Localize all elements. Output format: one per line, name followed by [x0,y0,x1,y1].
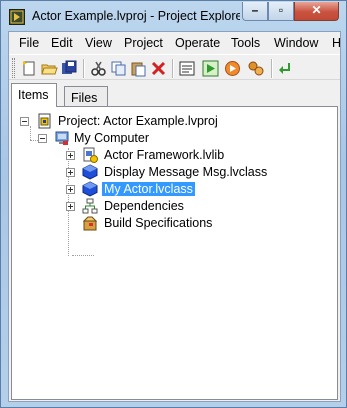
properties-icon[interactable] [179,60,196,77]
menu-file[interactable]: File [19,36,39,50]
dependencies-icon [82,198,98,214]
tree-node-my-computer[interactable]: My Computer [38,130,198,147]
delete-icon[interactable] [150,60,167,77]
toolbar-grip[interactable] [12,58,15,78]
new-icon[interactable] [21,60,38,77]
save-all-icon[interactable] [61,60,78,77]
minimize-button[interactable]: – [242,2,268,21]
title-bar[interactable]: Actor Example.lvproj - Project Explorer … [1,1,346,31]
labview-app-icon [9,9,25,25]
close-icon: ✕ [311,3,322,17]
tree-node-label: My Computer [74,131,150,145]
items-panel: Project: Actor Example.lvproj My Compute… [11,106,338,400]
tree-node-label: Project: Actor Example.lvproj [58,114,218,128]
tree-node-my-actor[interactable]: My Actor.lvclass [66,181,266,198]
build-specifications-icon [82,215,98,231]
deploy-icon[interactable] [247,60,264,77]
tree-node-build-specifications[interactable]: Build Specifications [66,215,266,232]
expand-toggle[interactable] [66,185,75,194]
tree-node-project[interactable]: Project: Actor Example.lvproj [20,113,240,130]
expand-toggle[interactable] [66,168,75,177]
tree-node-actor-framework[interactable]: Actor Framework.lvlib [66,147,266,164]
tab-items[interactable]: Items [11,83,57,107]
open-icon[interactable] [41,60,58,77]
maximize-icon: ▫ [278,3,284,17]
tree-node-display-message-msg[interactable]: Display Message Msg.lvclass [66,164,316,181]
tab-strip: Items Files [9,83,340,107]
class-icon [82,164,98,180]
tree-node-label: Actor Framework.lvlib [104,148,225,162]
tree-node-label: Dependencies [104,199,184,213]
client-area: File Edit View Project Operate Tools Win… [8,31,341,402]
tab-files-label: Files [71,91,98,105]
minimize-icon: – [251,3,259,17]
expand-toggle[interactable] [66,151,75,160]
tree-node-label: Display Message Msg.lvclass [104,165,268,179]
paste-icon[interactable] [130,60,147,77]
menu-edit[interactable]: Edit [51,36,73,50]
build-icon[interactable] [224,60,241,77]
project-tree: Project: Actor Example.lvproj My Compute… [12,107,337,399]
tree-node-dependencies[interactable]: Dependencies [66,198,266,215]
run-icon[interactable] [202,60,219,77]
class-icon [82,181,98,197]
collapse-toggle[interactable] [20,117,29,126]
computer-icon [54,130,70,146]
tab-items-label: Items [18,88,49,102]
maximize-button[interactable]: ▫ [268,2,294,21]
library-icon [82,147,98,163]
menu-project[interactable]: Project [124,36,163,50]
menu-view[interactable]: View [85,36,112,50]
tree-node-label: Build Specifications [104,216,213,230]
tree-node-label: My Actor.lvclass [102,182,195,196]
toolbar-separator [172,59,174,78]
tab-files[interactable]: Files [64,86,108,107]
collapse-toggle[interactable] [38,134,47,143]
arrow-icon[interactable] [277,60,294,77]
menu-bar: File Edit View Project Operate Tools Win… [9,32,340,52]
menu-window[interactable]: Window [274,36,318,50]
expand-toggle[interactable] [66,202,75,211]
menu-tools[interactable]: Tools [231,36,260,50]
menu-operate[interactable]: Operate [175,36,220,50]
toolbar-separator [83,59,85,78]
tree-connector [72,255,94,256]
menu-help[interactable]: H [332,36,340,50]
close-button[interactable]: ✕ [294,2,339,21]
project-file-icon [37,113,53,129]
project-explorer-window: Actor Example.lvproj - Project Explorer … [0,0,347,408]
toolbar [9,54,340,80]
toolbar-separator [271,59,273,78]
cut-icon[interactable] [90,60,107,77]
window-title: Actor Example.lvproj - Project Explorer [32,9,240,23]
copy-icon[interactable] [110,60,127,77]
